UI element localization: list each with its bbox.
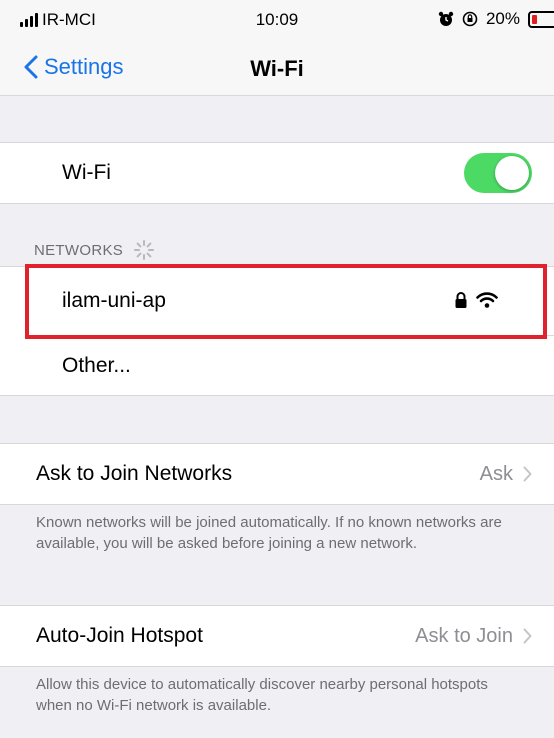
auto-join-hotspot-label: Auto-Join Hotspot: [36, 624, 203, 647]
wifi-toggle-row: Wi-Fi: [0, 143, 554, 203]
toggle-knob: [495, 156, 529, 190]
wifi-label: Wi-Fi: [62, 161, 111, 184]
auto-join-hotspot-value-group: Ask to Join: [415, 625, 532, 648]
battery-percent: 20%: [485, 9, 520, 28]
alarm-icon: [438, 11, 454, 26]
status-bar: IR-MCI 10:09 20%: [0, 0, 554, 40]
loading-spinner-icon: [134, 240, 155, 260]
page-title: Wi-Fi: [250, 56, 304, 81]
navigation-bar: Settings Wi-Fi: [0, 40, 554, 96]
networks-header-label: NETWORKS: [34, 241, 124, 259]
chevron-right-icon: [523, 628, 532, 644]
highlight-box: [25, 264, 547, 339]
ask-to-join-row[interactable]: Ask to Join Networks Ask: [0, 444, 554, 504]
networks-header: NETWORKS: [34, 239, 155, 261]
auto-join-hotspot-value: Ask to Join: [415, 624, 513, 647]
orientation-lock-icon: [462, 11, 478, 27]
status-right: 20%: [438, 9, 554, 29]
ask-to-join-section: Ask to Join Networks Ask: [0, 443, 554, 505]
wifi-toggle-switch[interactable]: [464, 153, 532, 193]
other-network-row[interactable]: Other...: [0, 335, 554, 397]
auto-join-hotspot-section: Auto-Join Hotspot Ask to Join: [0, 605, 554, 667]
ask-to-join-footer: Known networks will be joined automatica…: [36, 514, 502, 552]
ask-to-join-value: Ask: [479, 462, 513, 485]
chevron-right-icon: [523, 466, 532, 482]
ask-to-join-label: Ask to Join Networks: [36, 462, 233, 485]
auto-join-hotspot-footer: Allow this device to automatically disco…: [36, 676, 488, 714]
battery-level-fill: [532, 14, 538, 24]
wifi-toggle-section: Wi-Fi: [0, 142, 554, 204]
battery-icon: [528, 10, 554, 28]
ask-to-join-value-group: Ask: [480, 463, 532, 486]
auto-join-hotspot-row[interactable]: Auto-Join Hotspot Ask to Join: [0, 606, 554, 666]
other-network-label: Other...: [62, 354, 131, 377]
